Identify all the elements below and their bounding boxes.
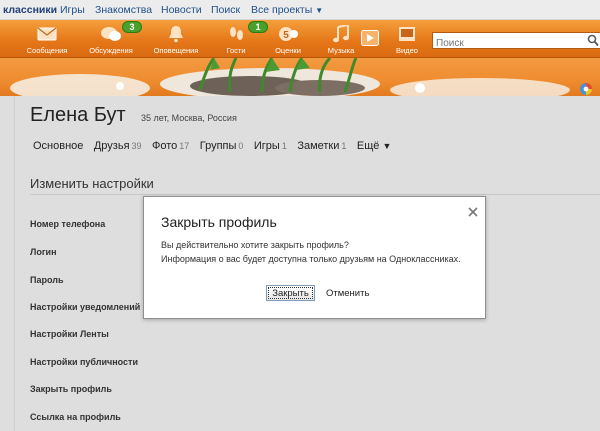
settings-item-notifications[interactable]: Настройки уведомлений — [30, 302, 140, 312]
close-icon[interactable] — [467, 206, 479, 218]
close-profile-dialog: Закрыть профиль Вы действительно хотите … — [143, 196, 486, 319]
confirm-close-button[interactable]: Закрыть — [266, 285, 315, 301]
toolbar-messages-label: Сообщения — [26, 46, 68, 55]
tab-more[interactable]: Ещё ▼ — [357, 140, 392, 152]
guests-count-badge: 1 — [248, 21, 268, 33]
chevron-down-icon: ▼ — [315, 6, 324, 15]
search-input[interactable] — [433, 36, 583, 51]
footprints-icon — [230, 27, 243, 40]
tab-friends-count: 39 — [131, 141, 142, 151]
profile-tabs: Основное Друзья 39 Фото 17 Группы 0 Игры 1 З… — [33, 136, 397, 152]
profile-name[interactable]: Елена Бут — [30, 104, 126, 127]
settings-item-phone[interactable]: Номер телефона — [30, 219, 105, 229]
tab-groups[interactable]: Группы 0 — [200, 140, 244, 152]
video-icon — [399, 27, 415, 41]
search-icon[interactable] — [587, 34, 599, 47]
settings-item-publicity[interactable]: Настройки публичности — [30, 357, 138, 367]
settings-item-feed[interactable]: Настройки Ленты — [30, 329, 109, 339]
toolbar-music-label: Музыка — [327, 46, 355, 55]
tab-groups-count: 0 — [238, 141, 244, 151]
tab-games-label: Игры — [253, 140, 280, 152]
settings-heading: Изменить настройки — [30, 176, 154, 191]
toolbar-messages[interactable]: Сообщения — [22, 20, 72, 58]
dialog-title: Закрыть профиль — [161, 214, 277, 230]
site-logo-link[interactable]: классники — [3, 4, 57, 16]
toolbar-guests-label: Гости — [226, 46, 246, 55]
search-box — [432, 32, 600, 51]
tab-friends[interactable]: Друзья 39 — [94, 140, 142, 152]
chat-bubbles-icon — [101, 27, 121, 41]
music-note-icon — [333, 25, 349, 43]
toolbar-video[interactable]: Видео — [390, 20, 424, 58]
toolbar-ratings-label: Оценки — [275, 46, 301, 55]
dialog-question: Вы действительно хотите закрыть профиль? — [161, 240, 349, 250]
all-projects-label: Все проекты — [251, 4, 313, 16]
bell-icon — [169, 26, 183, 43]
dialog-info: Информация о вас будет доступна только д… — [161, 254, 461, 264]
browser-logo-icon — [580, 83, 592, 95]
tab-games[interactable]: Игры 1 — [254, 140, 287, 152]
tab-photos-label: Фото — [152, 140, 178, 152]
tab-games-count: 1 — [281, 141, 287, 151]
settings-item-login[interactable]: Логин — [30, 247, 57, 257]
toolbar-video-label: Видео — [396, 46, 418, 55]
discussions-count-badge: 3 — [122, 21, 142, 33]
toolbar-discussions-label: Обсуждения — [89, 46, 133, 55]
toolbar-notifications[interactable]: Оповещения — [150, 20, 202, 58]
profile-cover-banner — [0, 58, 600, 96]
nav-link-dating[interactable]: Знакомства — [95, 4, 152, 16]
nav-link-news[interactable]: Новости — [161, 4, 202, 16]
tab-main-label: Основное — [33, 140, 84, 152]
svg-text:5: 5 — [283, 30, 289, 41]
nav-link-search[interactable]: Поиск — [211, 4, 240, 16]
tab-photos[interactable]: Фото 17 — [152, 140, 189, 152]
play-button-icon[interactable] — [361, 30, 379, 46]
top-links-bar: классники Игры Знакомства Новости Поиск … — [0, 0, 600, 20]
chevron-down-icon: ▼ — [382, 141, 392, 151]
left-divider — [14, 96, 15, 431]
tab-groups-label: Группы — [199, 140, 237, 152]
tab-notes-count: 1 — [341, 141, 347, 151]
tab-more-label: Ещё — [356, 140, 380, 152]
tab-notes[interactable]: Заметки 1 — [297, 140, 346, 152]
tab-photos-count: 17 — [179, 141, 190, 151]
toolbar-ratings[interactable]: 5 Оценки — [268, 20, 308, 58]
settings-item-password[interactable]: Пароль — [30, 275, 64, 285]
cancel-link[interactable]: Отменить — [326, 288, 369, 299]
nav-link-games[interactable]: Игры — [60, 4, 85, 16]
tab-friends-label: Друзья — [93, 140, 130, 152]
tab-notes-label: Заметки — [297, 140, 340, 152]
envelope-icon — [37, 27, 57, 41]
snowdrop-flowers-illustration — [10, 58, 570, 96]
settings-item-close-profile[interactable]: Закрыть профиль — [30, 384, 112, 394]
settings-divider — [30, 194, 600, 195]
all-projects-menu[interactable]: Все проекты ▼ — [251, 4, 323, 16]
tab-main[interactable]: Основное — [33, 140, 83, 152]
rating-five-icon: 5 — [279, 27, 298, 41]
settings-item-profile-link[interactable]: Ссылка на профиль — [30, 412, 121, 422]
profile-details: 35 лет, Москва, Россия — [141, 113, 237, 123]
toolbar-notifications-label: Оповещения — [153, 46, 199, 55]
toolbar-music[interactable]: Музыка — [323, 20, 359, 58]
